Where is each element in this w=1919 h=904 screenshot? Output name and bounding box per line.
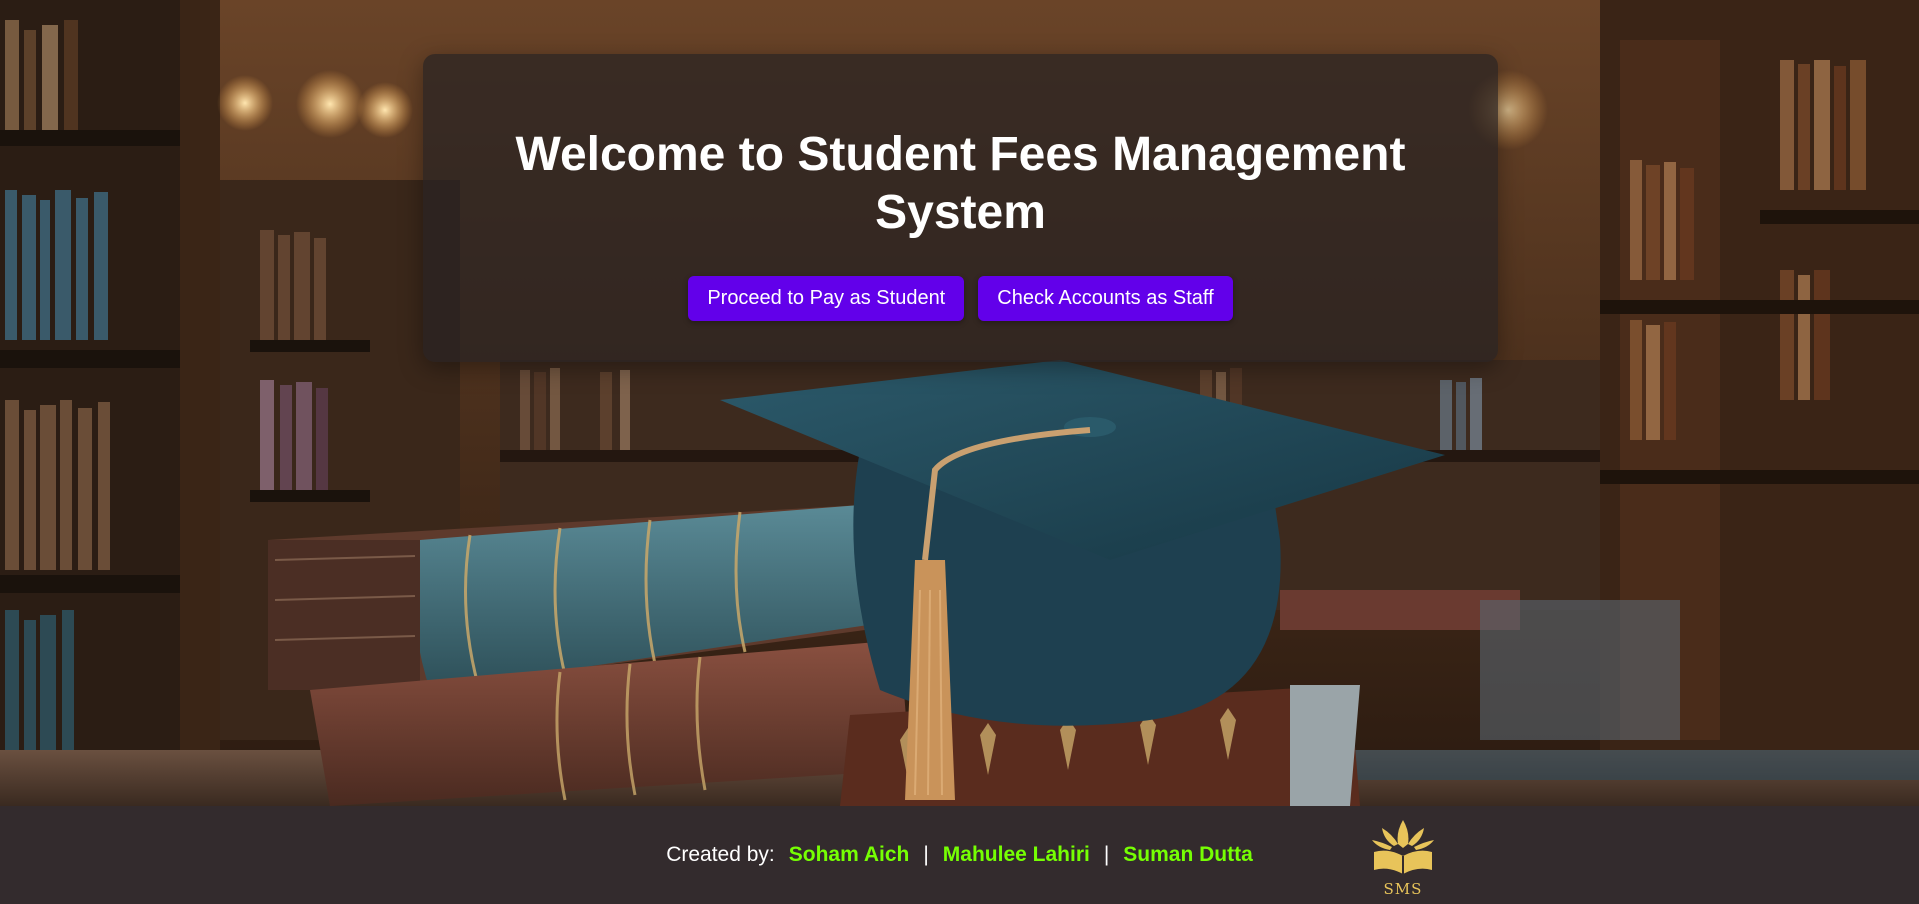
logo-text: SMS (1383, 880, 1423, 898)
footer: Created by: Soham Aich | Mahulee Lahiri … (0, 806, 1919, 904)
separator: | (923, 843, 929, 866)
credits: Created by: Soham Aich | Mahulee Lahiri … (666, 843, 1253, 867)
author-name: Suman Dutta (1123, 843, 1253, 866)
pay-as-student-button[interactable]: Proceed to Pay as Student (688, 276, 965, 321)
open-book-crown-logo-icon (1372, 820, 1434, 874)
page: Welcome to Student Fees Management Syste… (0, 0, 1919, 904)
author-name: Soham Aich (788, 843, 910, 866)
separator: | (1103, 843, 1110, 866)
created-by-label: Created by: (666, 843, 775, 866)
sms-logo: SMS (1368, 818, 1438, 898)
welcome-card: Welcome to Student Fees Management Syste… (423, 54, 1498, 362)
hero-button-group: Proceed to Pay as Student Check Accounts… (423, 276, 1498, 321)
page-title: Welcome to Student Fees Management Syste… (515, 128, 1406, 239)
check-accounts-as-staff-button[interactable]: Check Accounts as Staff (978, 276, 1233, 321)
author-name: Mahulee Lahiri (942, 843, 1090, 866)
